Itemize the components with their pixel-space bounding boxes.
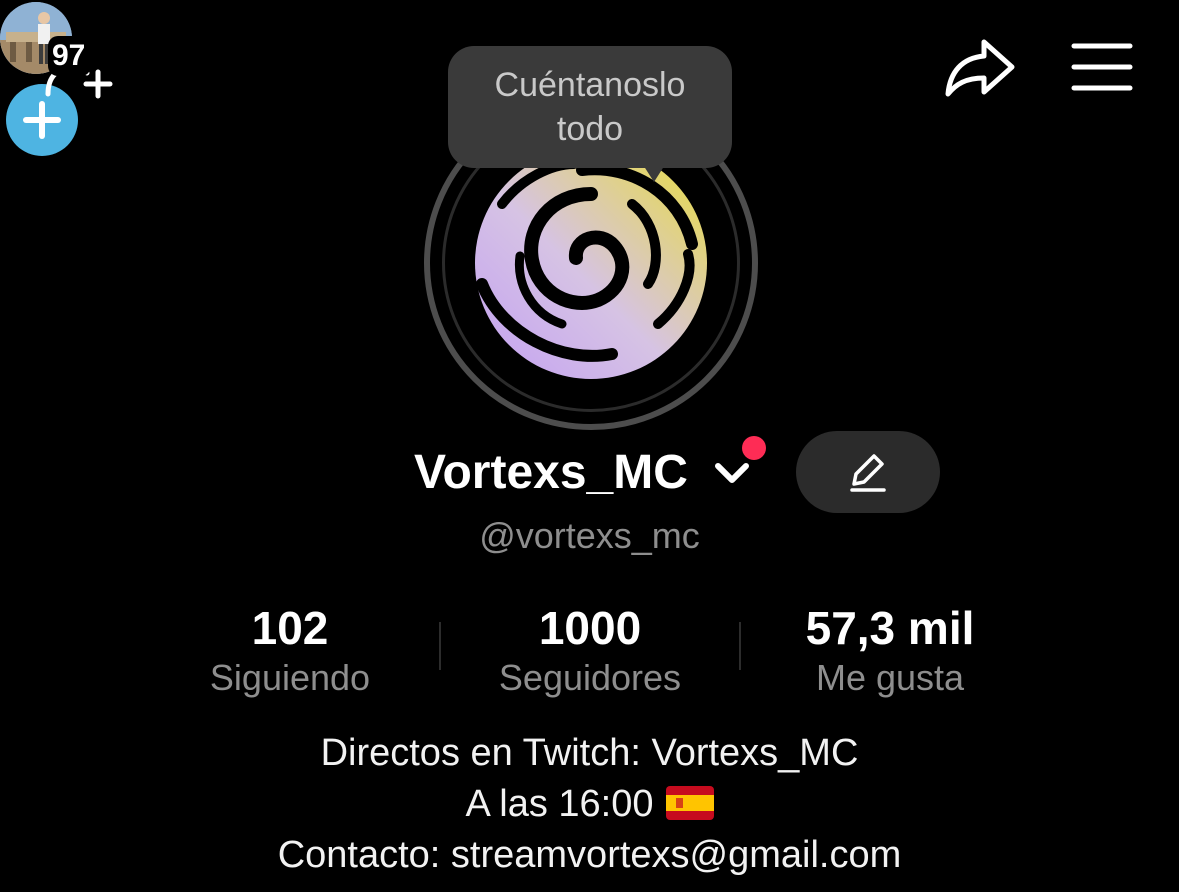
tooltip: Cuéntanoslo todo <box>448 46 732 168</box>
plus-icon <box>23 101 61 139</box>
share-icon <box>945 39 1015 97</box>
menu-button[interactable] <box>1064 36 1140 98</box>
followers-label: Seguidores <box>498 657 682 698</box>
stat-divider <box>439 622 441 670</box>
edit-profile-button[interactable] <box>796 431 940 513</box>
bio-line-2: A las 16:00 <box>0 779 1179 830</box>
following-label: Siguiendo <box>209 657 371 698</box>
visitor-count: 97 <box>48 36 92 76</box>
bio-line-2-text: A las 16:00 <box>465 783 654 825</box>
tooltip-line-2: todo <box>556 110 624 148</box>
display-name[interactable]: Vortexs_MC <box>414 444 688 502</box>
pencil-icon <box>850 454 886 492</box>
bio-line-1: Directos en Twitch: Vortexs_MC <box>320 732 859 774</box>
followers-stat[interactable]: 1000 Seguidores <box>450 600 730 700</box>
likes-label: Me gusta <box>815 657 965 698</box>
bio-line-3: Contacto: streamvortexs@gmail.com <box>277 834 902 876</box>
likes-count: 57,3 mil <box>805 602 975 654</box>
username: @vortexs_mc <box>479 515 700 556</box>
avatar[interactable] <box>462 134 720 392</box>
following-count: 102 <box>251 602 329 654</box>
followers-count: 1000 <box>538 602 642 654</box>
tooltip-line-1: Cuéntanoslo <box>494 66 686 104</box>
share-button[interactable] <box>940 32 1020 102</box>
stat-divider <box>739 622 741 670</box>
bio: Directos en Twitch: Vortexs_MC A las 16:… <box>0 728 1179 881</box>
profile-visitors[interactable]: 97 <box>0 0 96 78</box>
menu-icon <box>1071 43 1133 91</box>
notification-dot <box>742 436 766 460</box>
likes-stat[interactable]: 57,3 mil Me gusta <box>750 600 1030 700</box>
spain-flag-icon <box>665 783 714 820</box>
tooltip-tail <box>640 160 668 182</box>
following-stat[interactable]: 102 Siguiendo <box>150 600 430 700</box>
